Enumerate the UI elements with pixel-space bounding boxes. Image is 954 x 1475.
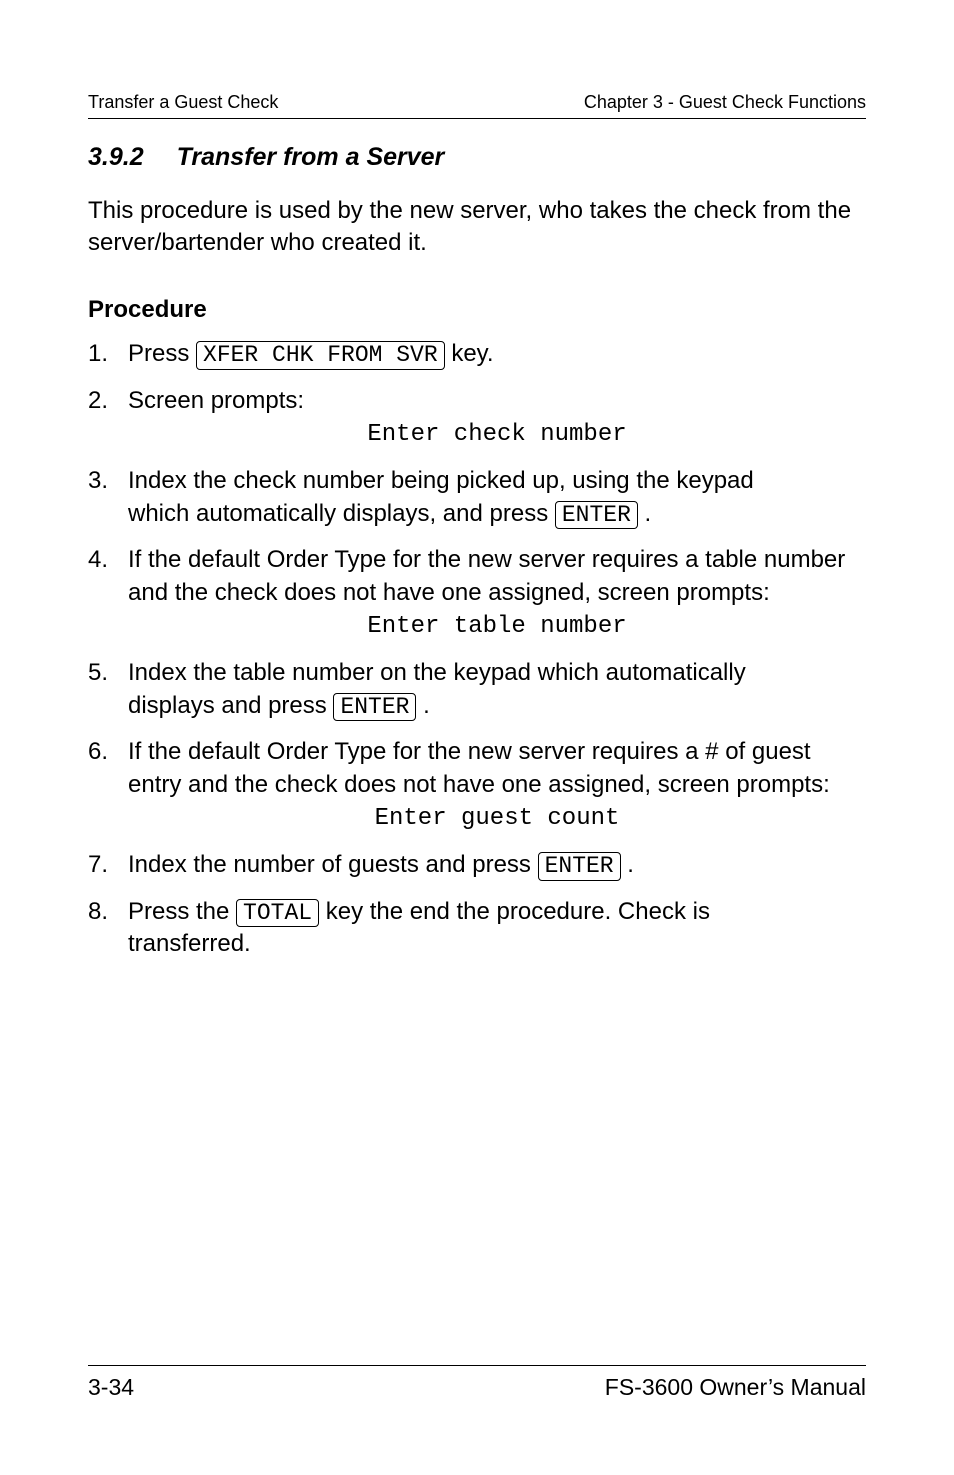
step-5-line2b: .: [416, 692, 429, 719]
step-3-line1: Index the check number being picked up, …: [128, 467, 754, 494]
step-7-pre: Index the number of guests and press: [128, 851, 538, 878]
step-5: Index the table number on the keypad whi…: [88, 657, 866, 722]
step-5-line1: Index the table number on the keypad whi…: [128, 659, 746, 686]
enter-key: ENTER: [555, 501, 638, 529]
enter-key: ENTER: [538, 852, 621, 880]
step-8-pre: Press the: [128, 898, 236, 925]
enter-key: ENTER: [333, 693, 416, 721]
section-number: 3.9.2: [88, 141, 144, 175]
step-8-mid: key the end the procedure. Check is: [319, 898, 710, 925]
section-title: 3.9.2 Transfer from a Server: [88, 141, 866, 175]
step-3: Index the check number being picked up, …: [88, 465, 866, 530]
footer-manual-title: FS-3600 Owner’s Manual: [605, 1372, 866, 1403]
step-2-prompt: Enter check number: [128, 419, 866, 451]
section-name: Transfer from a Server: [177, 143, 445, 171]
xfer-chk-from-svr-key: XFER CHK FROM SVR: [196, 341, 445, 369]
step-3-line2b: .: [638, 500, 651, 527]
step-6: If the default Order Type for the new se…: [88, 736, 866, 835]
intro-paragraph: This procedure is used by the new server…: [88, 195, 866, 260]
step-6-prompt: Enter guest count: [128, 803, 866, 835]
step-4: If the default Order Type for the new se…: [88, 544, 866, 643]
step-7: Index the number of guests and press ENT…: [88, 849, 866, 881]
step-4-prompt: Enter table number: [128, 611, 866, 643]
procedure-steps: Press XFER CHK FROM SVR key. Screen prom…: [88, 338, 866, 960]
step-2: Screen prompts: Enter check number: [88, 385, 866, 452]
page-footer: 3-34 FS-3600 Owner’s Manual: [88, 1365, 866, 1403]
step-7-post: .: [621, 851, 634, 878]
step-4-text: If the default Order Type for the new se…: [128, 546, 845, 605]
step-1-pre: Press: [128, 340, 196, 367]
page-header: Transfer a Guest Check Chapter 3 - Guest…: [88, 90, 866, 119]
step-2-text: Screen prompts:: [128, 387, 304, 414]
header-right: Chapter 3 - Guest Check Functions: [584, 90, 866, 114]
step-8: Press the TOTAL key the end the procedur…: [88, 896, 866, 961]
step-3-line2a: which automatically displays, and press: [128, 500, 555, 527]
step-1-post: key.: [445, 340, 494, 367]
procedure-heading: Procedure: [88, 294, 866, 326]
total-key: TOTAL: [236, 899, 319, 927]
step-5-line2a: displays and press: [128, 692, 333, 719]
step-6-text: If the default Order Type for the new se…: [128, 738, 830, 797]
step-1: Press XFER CHK FROM SVR key.: [88, 338, 866, 370]
footer-page-number: 3-34: [88, 1372, 134, 1403]
step-8-line2: transferred.: [128, 930, 251, 957]
header-left: Transfer a Guest Check: [88, 90, 278, 114]
